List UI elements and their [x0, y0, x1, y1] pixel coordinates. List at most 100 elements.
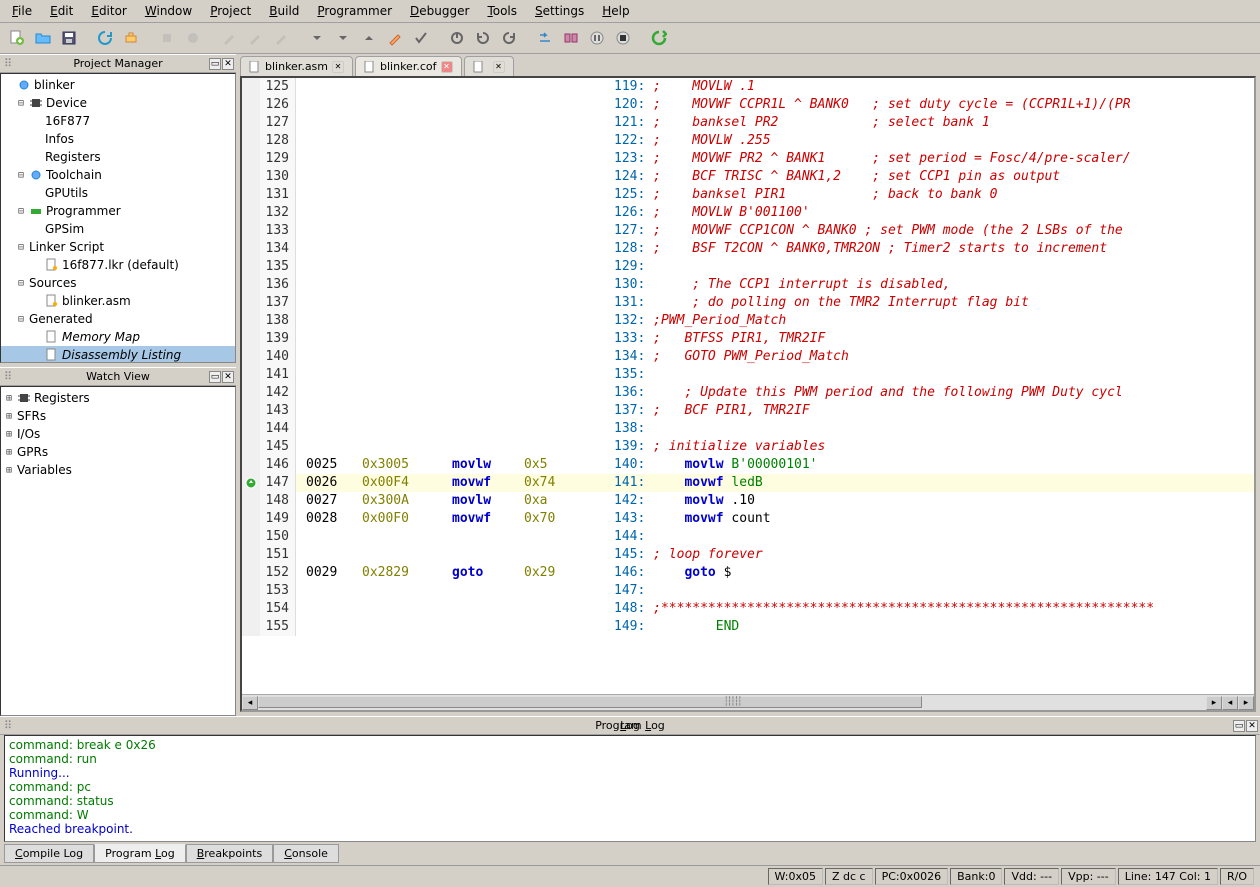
undo-button[interactable]	[156, 27, 178, 49]
bottom-tab-program-log[interactable]: Program Log	[94, 844, 186, 863]
breakpoint-gutter[interactable]	[242, 402, 260, 420]
code-line[interactable]: 139133: ; BTFSS PIR1, TMR2IF	[242, 330, 1254, 348]
code-line[interactable]: 150144:	[242, 528, 1254, 546]
code-line[interactable]: 14700260x00F4movwf0x74141: movwf ledB	[242, 474, 1254, 492]
breakpoint-gutter[interactable]	[242, 600, 260, 618]
menu-window[interactable]: Window	[137, 2, 200, 20]
expand-icon[interactable]: ⊟	[15, 170, 27, 181]
scroll-right-button[interactable]: ▸	[1206, 696, 1222, 710]
code-line[interactable]: 141135:	[242, 366, 1254, 384]
breakpoint-gutter[interactable]	[242, 582, 260, 600]
expand-icon[interactable]: ⊟	[15, 206, 27, 217]
check-button[interactable]	[410, 27, 432, 49]
reset-button[interactable]	[472, 27, 494, 49]
breakpoint-gutter[interactable]	[242, 510, 260, 528]
code-line[interactable]: 134128: ; BSF T2CON ^ BANK0,TMR2ON ; Tim…	[242, 240, 1254, 258]
expand-icon[interactable]: ⊟	[15, 314, 27, 325]
tree-item[interactable]: ⊟Linker Script	[1, 238, 235, 256]
code-line[interactable]: 140134: ; GOTO PWM_Period_Match	[242, 348, 1254, 366]
up-button[interactable]	[358, 27, 380, 49]
breakpoint-gutter[interactable]	[242, 258, 260, 276]
breakpoint-gutter[interactable]	[242, 528, 260, 546]
expand-icon[interactable]: ⊟	[15, 98, 27, 109]
save-button[interactable]	[58, 27, 80, 49]
pen3-button[interactable]	[270, 27, 292, 49]
tree-item[interactable]: 16F877	[1, 112, 235, 130]
stop-button[interactable]	[612, 27, 634, 49]
tree-item[interactable]: ⊞SFRs	[1, 407, 235, 425]
expand-icon[interactable]: ⊞	[3, 393, 15, 404]
run-button[interactable]	[648, 27, 670, 49]
tree-item[interactable]: Disassembly Listing	[1, 346, 235, 363]
menu-editor[interactable]: Editor	[83, 2, 135, 20]
code-editor[interactable]: 125119: ; MOVLW .1126120: ; MOVWF CCPR1L…	[240, 76, 1256, 712]
bottom-tab-breakpoints[interactable]: Breakpoints	[186, 844, 274, 863]
breakpoint-gutter[interactable]	[242, 438, 260, 456]
tree-item[interactable]: ⊞Variables	[1, 461, 235, 479]
watch-tree[interactable]: ⊞Registers⊞SFRs⊞I/Os⊞GPRs⊞Variables	[0, 386, 236, 716]
tab-Registers[interactable]: ✕	[464, 56, 514, 76]
breakpoint-gutter[interactable]	[242, 168, 260, 186]
open-file-button[interactable]	[32, 27, 54, 49]
code-line[interactable]: 133127: ; MOVWF CCP1CON ^ BANK0 ; set PW…	[242, 222, 1254, 240]
tab-blinker.cof[interactable]: blinker.cof✕	[355, 56, 461, 76]
breakpoint-gutter[interactable]	[242, 456, 260, 474]
pause-button[interactable]	[586, 27, 608, 49]
menu-project[interactable]: Project	[202, 2, 259, 20]
code-line[interactable]: 128122: ; MOVLW .255	[242, 132, 1254, 150]
bottom-tab-compile-log[interactable]: Compile Log	[4, 844, 94, 863]
menu-debugger[interactable]: Debugger	[402, 2, 477, 20]
tree-item[interactable]: blinker	[1, 76, 235, 94]
code-line[interactable]: 127121: ; banksel PR2 ; select bank 1	[242, 114, 1254, 132]
tree-item[interactable]: ⊟Sources	[1, 274, 235, 292]
code-line[interactable]: 144138:	[242, 420, 1254, 438]
panel-close-button[interactable]: ✕	[1246, 720, 1258, 732]
breakpoint-gutter[interactable]	[242, 366, 260, 384]
panel-close-button[interactable]: ✕	[222, 371, 234, 383]
tree-item[interactable]: ⊟Programmer	[1, 202, 235, 220]
tree-item[interactable]: ⊟Toolchain	[1, 166, 235, 184]
pen2-button[interactable]	[244, 27, 266, 49]
menu-tools[interactable]: Tools	[479, 2, 525, 20]
breakpoint-gutter[interactable]	[242, 114, 260, 132]
code-line[interactable]: 151145: ; loop forever	[242, 546, 1254, 564]
tree-item[interactable]: GPUtils	[1, 184, 235, 202]
log-output[interactable]: command: break e 0x26command: runRunning…	[4, 735, 1256, 842]
expand-icon[interactable]: ⊟	[15, 278, 27, 289]
menu-edit[interactable]: Edit	[42, 2, 81, 20]
tab-blinker.asm[interactable]: blinker.asm✕	[240, 56, 353, 76]
menu-settings[interactable]: Settings	[527, 2, 592, 20]
breakpoint-gutter[interactable]	[242, 474, 260, 492]
code-line[interactable]: 154148: ;*******************************…	[242, 600, 1254, 618]
expand-icon[interactable]: ⊞	[3, 465, 15, 476]
tree-item[interactable]: Memory Map	[1, 328, 235, 346]
expand-icon[interactable]: ⊞	[3, 429, 15, 440]
expand-icon[interactable]: ⊟	[15, 242, 27, 253]
breakpoint-gutter[interactable]	[242, 186, 260, 204]
breakpoint-gutter[interactable]	[242, 546, 260, 564]
breakpoint-gutter[interactable]	[242, 240, 260, 258]
tab-close-button[interactable]: ✕	[493, 61, 505, 73]
tree-item[interactable]: Infos	[1, 130, 235, 148]
code-line[interactable]: 143137: ; BCF PIR1, TMR2IF	[242, 402, 1254, 420]
code-line[interactable]: 142136: ; Update this PWM period and the…	[242, 384, 1254, 402]
tab-close-button[interactable]: ✕	[441, 61, 453, 73]
breakpoint-gutter[interactable]	[242, 204, 260, 222]
code-line[interactable]: 14800270x300Amovlw0xa142: movlw .10	[242, 492, 1254, 510]
menu-file[interactable]: File	[4, 2, 40, 20]
breakpoint-gutter[interactable]	[242, 492, 260, 510]
breakpoint-gutter[interactable]	[242, 276, 260, 294]
code-line[interactable]: 138132: ;PWM_Period_Match	[242, 312, 1254, 330]
breakpoint-gutter[interactable]	[242, 618, 260, 636]
breakpoint-gutter[interactable]	[242, 78, 260, 96]
breakpoint-gutter[interactable]	[242, 312, 260, 330]
breakpoint-gutter[interactable]	[242, 132, 260, 150]
breakpoint-gutter[interactable]	[242, 294, 260, 312]
panel-close-button[interactable]: ✕	[222, 58, 234, 70]
bottom-tab-console[interactable]: Console	[273, 844, 339, 863]
panel-min-button[interactable]: ▭	[209, 371, 221, 383]
redo-button[interactable]	[182, 27, 204, 49]
scroll-left-button[interactable]: ◂	[242, 696, 258, 710]
menu-programmer[interactable]: Programmer	[309, 2, 400, 20]
step-button[interactable]	[534, 27, 556, 49]
